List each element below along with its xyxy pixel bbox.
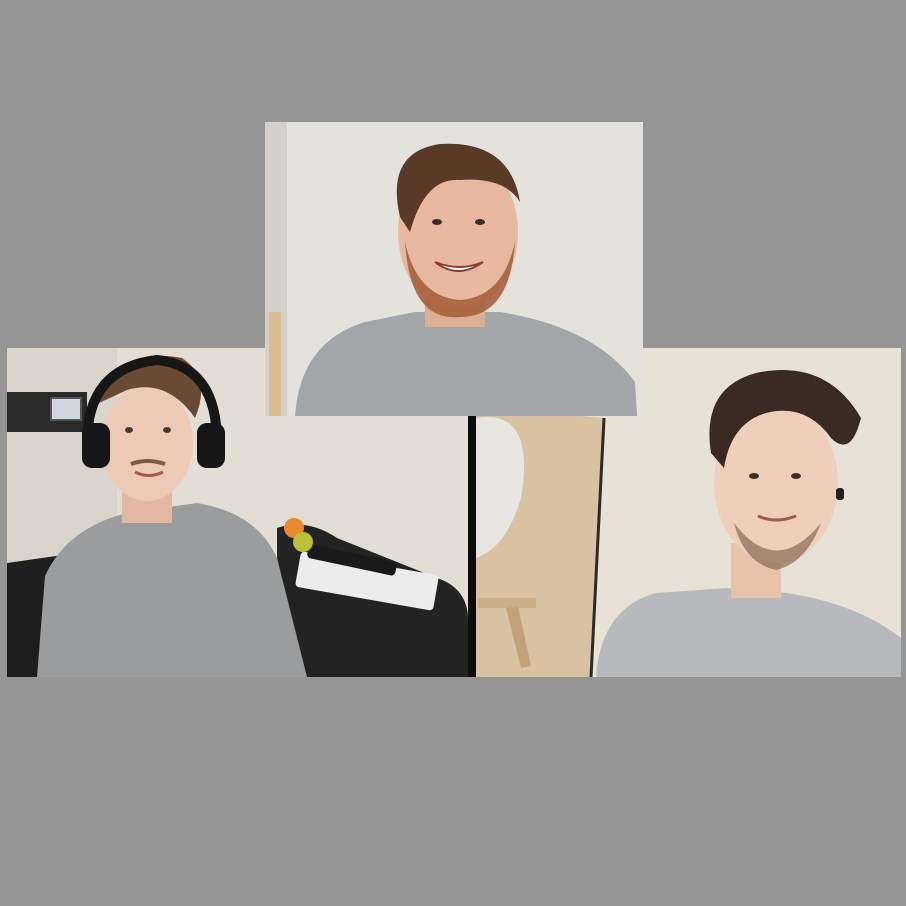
video-call-grid: [0, 0, 906, 906]
tile-divider: [468, 416, 476, 677]
participant-video-top: [265, 122, 643, 416]
participant-tile-top[interactable]: [265, 122, 643, 416]
